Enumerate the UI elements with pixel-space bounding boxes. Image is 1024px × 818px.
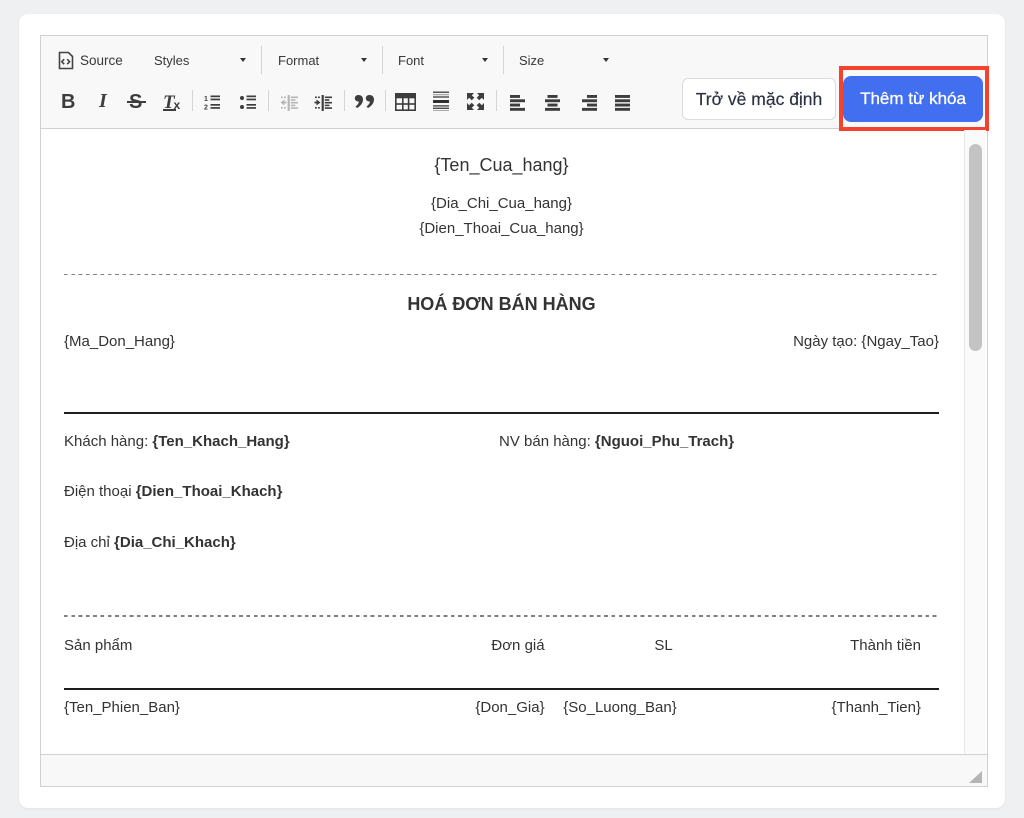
svg-text:2: 2 <box>204 105 208 111</box>
svg-text:1: 1 <box>204 96 208 103</box>
